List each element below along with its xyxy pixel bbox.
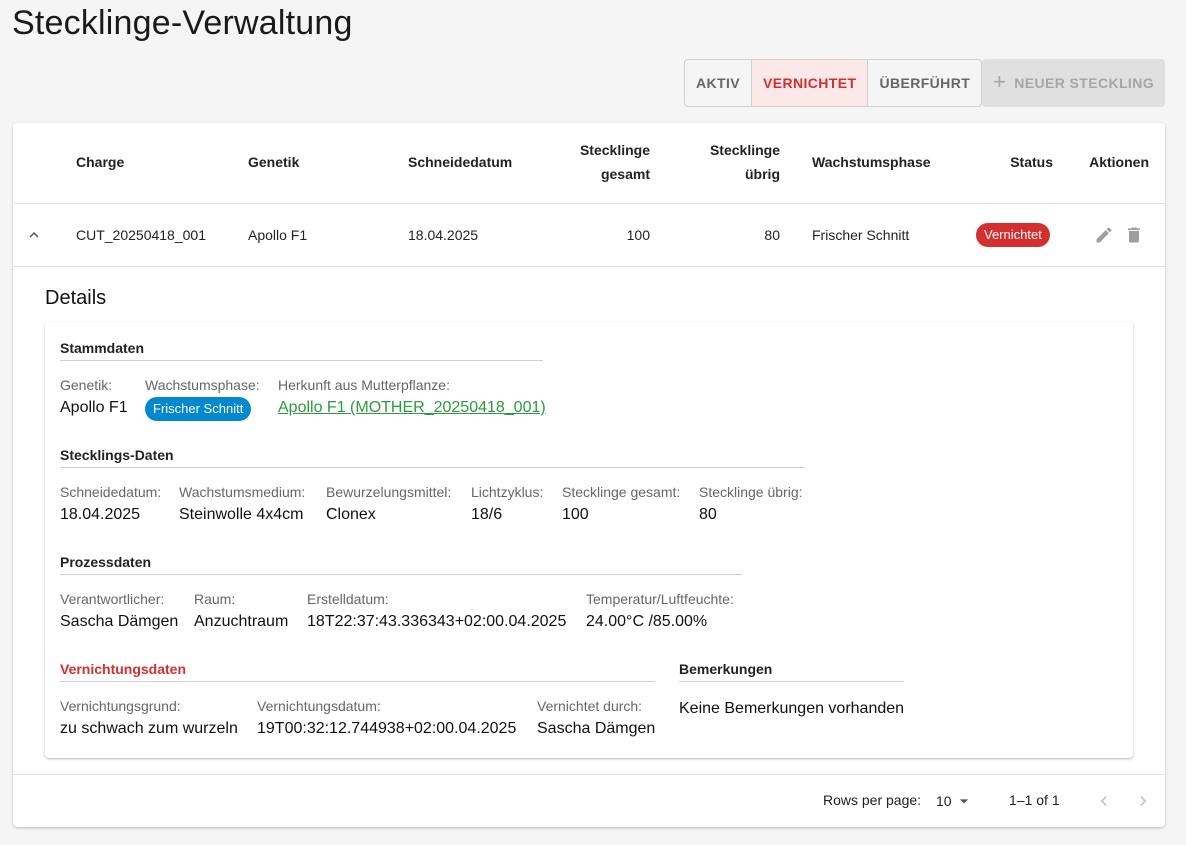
section-bemerkungen-title: Bemerkungen (679, 661, 904, 682)
stecklinge-uebrig-label: Stecklinge übrig: (699, 484, 803, 500)
erstelldatum-value: 18T22:37:43.336343+02:00.04.2025 (307, 613, 567, 630)
temperatur-luftfeuchte-value: 24.00°C /85.00% (586, 613, 708, 630)
section-vernichtungsdaten-title: Vernichtungsdaten (60, 661, 655, 682)
table-row[interactable]: CUT_20250418_001 Apollo F1 18.04.2025 10… (13, 204, 1165, 267)
rows-per-page-label: Rows per page: (823, 792, 922, 808)
dropdown-arrow-icon (959, 799, 968, 804)
vernichtet-durch-value: Sascha Dämgen (537, 720, 656, 737)
stecklinge-gesamt-label: Stecklinge gesamt: (562, 484, 681, 500)
erstelldatum-label: Erstelldatum: (307, 591, 389, 607)
schneidedatum-value: 18.04.2025 (60, 506, 141, 523)
vernichtungsgrund-value: zu schwach zum wurzeln (60, 720, 238, 737)
section-prozessdaten-title: Prozessdaten (60, 554, 742, 575)
lichtzyklus-value: 18/6 (471, 506, 503, 523)
verantwortlicher-label: Verantwortlicher: (60, 591, 165, 607)
stecklinge-uebrig-value: 80 (699, 506, 717, 523)
next-page-icon[interactable] (1133, 791, 1153, 811)
vernichtet-durch-label: Vernichtet durch: (537, 698, 643, 714)
cell-charge: CUT_20250418_001 (76, 227, 206, 243)
vernichtungsgrund-label: Vernichtungsgrund: (60, 698, 181, 714)
delete-icon[interactable] (1124, 225, 1144, 245)
rows-per-page-select[interactable]: 10 (936, 789, 974, 813)
cell-genetik: Apollo F1 (248, 227, 308, 243)
raum-value: Anzuchtraum (194, 613, 289, 630)
rows-per-page-value: 10 (936, 793, 952, 809)
stecklinge-table-card: Charge Genetik Schneidedatum Stecklinge … (13, 123, 1165, 827)
header-genetik[interactable]: Genetik (248, 150, 299, 174)
verantwortlicher-value: Sascha Dämgen (60, 613, 179, 630)
filter-vernichtet-button[interactable]: VERNICHTET (752, 60, 869, 106)
details-title: Details (45, 287, 107, 309)
table-pagination: Rows per page: 10 1–1 of 1 (13, 774, 1165, 827)
cell-stecklinge-gesamt: 100 (626, 227, 650, 243)
temperatur-luftfeuchte-label: Temperatur/Luftfeuchte: (586, 591, 734, 607)
genetik-value: Apollo F1 (60, 399, 128, 416)
chevron-up-icon[interactable] (25, 226, 43, 244)
mutterpflanze-link[interactable]: Apollo F1 (MOTHER_20250418_001) (278, 399, 546, 417)
herkunft-label: Herkunft aus Mutterpflanze: (278, 377, 450, 393)
new-steckling-button[interactable]: + NEUER STECKLING (982, 59, 1165, 107)
bemerkungen-text: Keine Bemerkungen vorhanden (679, 700, 905, 717)
new-steckling-label: NEUER STECKLING (1014, 75, 1155, 91)
filter-aktiv-button[interactable]: AKTIV (685, 60, 752, 106)
edit-icon[interactable] (1094, 225, 1114, 245)
table-header: Charge Genetik Schneidedatum Stecklinge … (13, 123, 1165, 204)
status-filter-group: AKTIV VERNICHTET ÜBERFÜHRT (684, 59, 983, 107)
cell-schneidedatum: 18.04.2025 (408, 227, 479, 243)
header-uebrig-line1: Stecklinge (709, 142, 780, 158)
stecklinge-gesamt-value: 100 (562, 506, 589, 523)
vernichtungsdatum-value: 19T00:32:12.744938+02:00.04.2025 (257, 720, 517, 737)
page-title: Stecklinge-Verwaltung (12, 4, 353, 42)
header-gesamt-line1: Stecklinge (579, 142, 650, 158)
wachstumsmedium-label: Wachstumsmedium: (179, 484, 306, 500)
header-gesamt-line2: gesamt (600, 166, 650, 182)
bewurzelungsmittel-value: Clonex (326, 506, 376, 523)
pagination-range: 1–1 of 1 (1009, 792, 1060, 808)
header-uebrig-line2: übrig (745, 166, 780, 182)
header-stecklinge-uebrig[interactable]: Stecklinge übrig (710, 138, 780, 186)
status-badge: Vernichtet (976, 223, 1050, 247)
schneidedatum-label: Schneidedatum: (60, 484, 162, 500)
cell-stecklinge-uebrig: 80 (764, 227, 780, 243)
vernichtungsdatum-label: Vernichtungsdatum: (257, 698, 381, 714)
header-wachstumsphase[interactable]: Wachstumsphase (812, 150, 931, 174)
lichtzyklus-label: Lichtzyklus: (471, 484, 544, 500)
cell-wachstumsphase: Frischer Schnitt (812, 227, 910, 243)
raum-label: Raum: (194, 591, 236, 607)
header-schneidedatum[interactable]: Schneidedatum (408, 150, 512, 174)
header-charge[interactable]: Charge (76, 150, 124, 174)
previous-page-icon[interactable] (1094, 791, 1114, 811)
section-stecklingsdaten-title: Stecklings-Daten (60, 447, 805, 468)
wachstumsmedium-value: Steinwolle 4x4cm (179, 506, 304, 523)
section-stammdaten-title: Stammdaten (60, 340, 543, 361)
header-status[interactable]: Status (1010, 150, 1053, 174)
filter-ueberfuehrt-button[interactable]: ÜBERFÜHRT (868, 60, 981, 106)
wachstumsphase-label: Wachstumsphase: (145, 377, 260, 393)
header-aktionen: Aktionen (1089, 154, 1149, 170)
plus-icon: + (992, 69, 1007, 94)
header-stecklinge-gesamt[interactable]: Stecklinge gesamt (580, 138, 650, 186)
details-card: Stammdaten Genetik: Apollo F1 Wachstumsp… (45, 322, 1133, 758)
wachstumsphase-badge: Frischer Schnitt (145, 397, 252, 421)
bewurzelungsmittel-label: Bewurzelungsmittel: (326, 484, 452, 500)
genetik-label: Genetik: (60, 377, 113, 393)
